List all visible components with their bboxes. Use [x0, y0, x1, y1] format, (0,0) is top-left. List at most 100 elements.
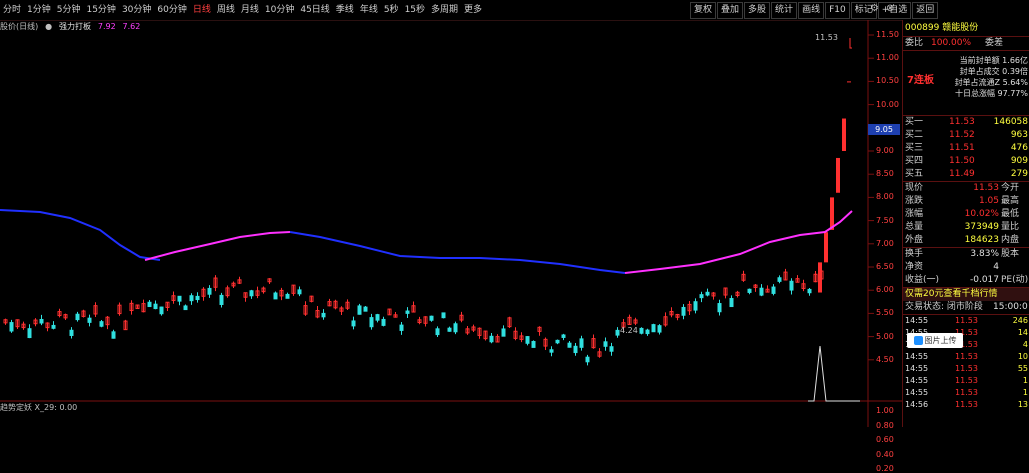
settings-icon[interactable]: ⚙	[870, 3, 879, 14]
tab-period[interactable]: 60分钟	[154, 3, 189, 17]
quote-value: 184623	[964, 235, 999, 245]
tab-period[interactable]: 45日线	[297, 3, 332, 17]
sub-indicator-label: 趋势定妖 X_29: 0.00	[0, 403, 78, 412]
price-axis-tick: 5.00	[876, 331, 894, 341]
bid-label: 买三	[905, 143, 924, 153]
tool-button[interactable]: 统计	[771, 2, 798, 19]
depth-ad[interactable]: 仅需20元查看千档行情	[903, 287, 1029, 301]
tab-period[interactable]: 月线	[238, 3, 262, 17]
candle-body	[693, 301, 698, 311]
tab-period[interactable]: 分时	[0, 3, 24, 17]
tab-period[interactable]: 季线	[333, 3, 357, 17]
tick-time: 14:56	[905, 400, 929, 409]
candle-body	[818, 262, 822, 293]
tool-button[interactable]: 叠加	[717, 2, 744, 19]
quote-label: 现价	[905, 183, 924, 193]
tab-period[interactable]: 周线	[214, 3, 238, 17]
candle-body	[657, 325, 662, 333]
tick-time: 14:55	[905, 364, 929, 373]
stock-title: 000899 赣能股份	[903, 20, 1029, 36]
candle-body	[681, 306, 686, 316]
tick-time: 14:55	[905, 376, 929, 385]
tick-price: 11.53	[955, 352, 978, 361]
price-axis-tick: 8.50	[876, 169, 894, 179]
tool-button[interactable]: 返回	[912, 2, 939, 19]
upload-icon	[913, 336, 923, 345]
sub-axis-tick: 1.00	[876, 406, 894, 415]
period-toolbar: 分时 1分钟 5分钟 15分钟 30分钟 60分钟 日线 周线 月线 10分钟 45日线 季线 年线 5秒…	[0, 0, 1029, 21]
low-price-label: 4.24	[620, 326, 638, 335]
trade-status-row: 交易状态: 闭市阶段 15:00:0	[903, 301, 1029, 314]
candle-body	[699, 294, 704, 299]
candle-body	[651, 324, 656, 333]
candle-body	[836, 157, 840, 193]
tool-button[interactable]: +自选	[877, 2, 912, 19]
candle-body	[219, 294, 224, 305]
seal-stat: 当前封单额 1.66亿	[959, 56, 1028, 65]
quote-panel: 000899 赣能股份 委比 100.00% 委差 7连板 当前封单额 1.66…	[902, 20, 1029, 427]
bid-price: 11.49	[949, 169, 975, 179]
tick-price: 11.53	[955, 388, 978, 397]
tool-button[interactable]: 复权	[690, 2, 717, 19]
bid-row[interactable]: 买三 11.51 476	[903, 142, 1029, 155]
streak-badge: 7连板	[907, 75, 934, 86]
tab-period[interactable]: 年线	[357, 3, 381, 17]
candle-body	[159, 306, 164, 315]
bid-row[interactable]: 买二 11.52 963	[903, 129, 1029, 142]
tab-period[interactable]: 1分钟	[24, 3, 54, 17]
tick-price: 11.53	[955, 364, 978, 373]
tool-button[interactable]: 画线	[798, 2, 825, 19]
tab-period[interactable]: 5分钟	[54, 3, 84, 17]
quote-row: 涨跌 1.05 最高	[903, 195, 1029, 208]
candle-body	[603, 341, 608, 347]
quote-label: 涨幅	[905, 209, 924, 219]
quote-right-label: 最高	[1001, 196, 1020, 206]
stat-label: 净资	[905, 262, 924, 272]
bid-row[interactable]: 买四 11.50 909	[903, 155, 1029, 168]
candle-body	[369, 317, 374, 328]
candle-body	[429, 315, 434, 321]
candle-body	[747, 288, 752, 293]
tick-row: 14:55 11.53 1	[903, 375, 1029, 387]
bid-label: 买二	[905, 130, 924, 140]
price-axis-tick: 10.50	[876, 76, 899, 86]
price-axis-tick: 6.50	[876, 262, 894, 271]
bid-price: 11.50	[949, 156, 975, 166]
tool-button[interactable]: F10	[825, 2, 850, 19]
tab-period[interactable]: 更多	[461, 3, 485, 17]
tab-period[interactable]: 日线	[190, 3, 214, 17]
candle-body	[531, 340, 536, 348]
candle-body	[357, 305, 362, 315]
trade-status: 交易状态: 闭市阶段	[905, 302, 983, 312]
candle-body	[69, 329, 74, 336]
kline-chart[interactable]	[0, 20, 902, 427]
tool-button[interactable]: 多股	[744, 2, 771, 19]
tab-period[interactable]: 10分钟	[262, 3, 297, 17]
tab-period[interactable]: 30分钟	[119, 3, 154, 17]
candle-body	[321, 312, 326, 318]
bid-volume: 963	[1010, 130, 1028, 140]
bid-volume: 279	[1010, 169, 1028, 179]
price-axis-tick: 10.00	[876, 99, 899, 109]
image-upload-button[interactable]: 图片上传	[907, 333, 963, 348]
tab-period[interactable]: 5秒	[381, 3, 402, 17]
bid-row[interactable]: 买一 11.53 146058	[903, 116, 1029, 129]
candle-body	[639, 327, 644, 334]
bid-price: 11.53	[949, 117, 975, 127]
close-icon[interactable]: ⊗	[886, 3, 894, 14]
weicha-label: 委差	[985, 38, 1004, 48]
sub-axis-tick: 0.40	[876, 449, 894, 459]
candle-body	[501, 328, 506, 337]
candle-body	[555, 339, 560, 344]
tab-period[interactable]: 多周期	[428, 3, 461, 17]
tick-time: 14:55	[905, 388, 929, 397]
weibi-row: 委比 100.00% 委差	[903, 36, 1029, 50]
candle-body	[441, 312, 446, 319]
tab-period[interactable]: 15秒	[402, 3, 428, 17]
bid-row[interactable]: 买五 11.49 279	[903, 168, 1029, 181]
quote-row: 外盘 184623 内盘	[903, 234, 1029, 247]
candle-body	[153, 303, 158, 310]
quote-label: 总量	[905, 222, 924, 232]
tab-period[interactable]: 15分钟	[83, 3, 118, 17]
seal-stat: 封单占成交 0.39倍	[959, 67, 1028, 76]
